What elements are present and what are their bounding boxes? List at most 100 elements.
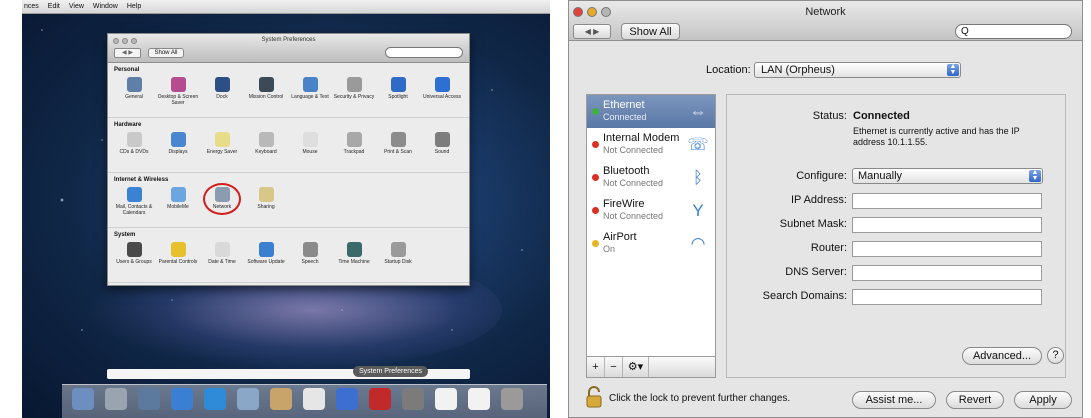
service-action-menu-button[interactable]: ⚙▾ — [623, 357, 649, 377]
show-all-button[interactable]: Show All — [621, 23, 680, 40]
photo-booth-icon[interactable] — [369, 388, 391, 410]
pref-item[interactable]: Displays — [156, 132, 200, 155]
configure-select[interactable]: Manually ▲ ▼ — [852, 168, 1043, 184]
menu-window[interactable]: Window — [93, 0, 118, 13]
dock-tooltip: System Preferences — [353, 366, 429, 377]
status-label: Status: — [812, 110, 847, 122]
pref-section: Internet & Wireless Mail, Contacts & Cale… — [108, 173, 469, 228]
pref-item-label: Mouse — [302, 149, 318, 155]
service-item-internal-modem[interactable]: Internal Modem Not Connected ☏ — [587, 128, 715, 161]
dock-icon — [214, 77, 230, 92]
pref-item[interactable]: Network — [200, 187, 244, 216]
pref-item[interactable]: Mission Control — [244, 77, 288, 106]
launchpad-icon[interactable] — [105, 388, 127, 410]
contacts-icon[interactable] — [270, 388, 292, 410]
app-store-icon[interactable] — [171, 388, 193, 410]
document-icon[interactable] — [468, 388, 490, 410]
assist-me-button[interactable]: Assist me... — [852, 391, 936, 409]
configure-label: Configure: — [796, 170, 847, 182]
pref-item[interactable]: Energy Saver — [200, 132, 244, 155]
pref-item[interactable]: CDs & DVDs — [112, 132, 156, 155]
back-forward-buttons[interactable]: ◀ ▶ — [573, 24, 611, 39]
finder-icon[interactable] — [72, 388, 94, 410]
field-label: IP Address: — [790, 194, 847, 206]
pref-item[interactable]: Print & Scan — [376, 132, 420, 155]
field-input[interactable] — [852, 289, 1042, 305]
add-service-button[interactable]: + — [587, 357, 605, 377]
sp-nav-buttons[interactable]: ◀ ▶ — [114, 48, 141, 58]
safari-icon[interactable] — [204, 388, 226, 410]
universal-access-icon — [434, 77, 450, 92]
apply-button[interactable]: Apply — [1014, 391, 1072, 409]
mail-icon[interactable] — [237, 388, 259, 410]
lock-icon[interactable] — [586, 386, 602, 408]
pref-section-row: Users & Groups Parental Controls Date & Ti… — [112, 242, 465, 265]
status-dot-icon — [592, 174, 599, 181]
location-select[interactable]: LAN (Orpheus) ▲ ▼ — [754, 62, 961, 78]
document-icon[interactable] — [435, 388, 457, 410]
calendar-icon[interactable] — [303, 388, 325, 410]
service-item-bluetooth[interactable]: Bluetooth Not Connected ᛒ — [587, 161, 715, 194]
pref-item-label: Mission Control — [248, 94, 284, 100]
pref-item-label: MobileMe — [167, 204, 189, 210]
pref-section: Personal General Desktop & Screen Saver Doc… — [108, 63, 469, 118]
pref-item[interactable]: Speech — [288, 242, 332, 265]
desktop-screenshot: nces Edit View Window Help System Prefer… — [22, 0, 550, 418]
pref-item[interactable]: Dock — [200, 77, 244, 106]
advanced-button[interactable]: Advanced... — [962, 347, 1042, 365]
field-input[interactable] — [852, 241, 1042, 257]
pref-section-title: Hardware — [114, 122, 142, 128]
pref-item[interactable]: Language & Text — [288, 77, 332, 106]
sp-search-input[interactable] — [385, 47, 463, 58]
mission-control-icon — [258, 77, 274, 92]
search-input[interactable]: Q — [955, 24, 1072, 39]
network-toolbar: Network ◀ ▶ Show All Q — [569, 1, 1082, 41]
service-item-airport[interactable]: AirPort On ◠ — [587, 227, 715, 260]
date-time-icon — [214, 242, 230, 257]
pref-section-title: System — [114, 232, 136, 238]
pref-item[interactable]: Spotlight — [376, 77, 420, 106]
system-preferences-icon[interactable] — [402, 388, 424, 410]
pref-item[interactable]: Keyboard — [244, 132, 288, 155]
menu-view[interactable]: View — [69, 0, 84, 13]
field-input[interactable] — [852, 217, 1042, 233]
service-item-firewire[interactable]: FireWire Not Connected Y — [587, 194, 715, 227]
field-label: DNS Server: — [785, 266, 847, 278]
pref-item[interactable]: Time Machine — [332, 242, 376, 265]
field-input[interactable] — [852, 193, 1042, 209]
pref-item[interactable]: Software Update — [244, 242, 288, 265]
service-status: Not Connected — [603, 211, 664, 221]
service-item-ethernet[interactable]: Ethernet Connected ⇔ — [587, 95, 715, 128]
menu-edit[interactable]: Edit — [48, 0, 60, 13]
trash-icon[interactable] — [501, 388, 523, 410]
pref-item[interactable]: MobileMe — [156, 187, 200, 216]
pref-item[interactable]: Universal Access — [420, 77, 464, 106]
field-label: Subnet Mask: — [779, 218, 847, 230]
pref-item[interactable]: Sound — [420, 132, 464, 155]
menu-app[interactable]: nces — [24, 0, 39, 13]
pref-item[interactable]: Parental Controls — [156, 242, 200, 265]
pref-item[interactable]: Sharing — [244, 187, 288, 216]
field-input[interactable] — [852, 265, 1042, 281]
menu-help[interactable]: Help — [127, 0, 141, 13]
revert-button[interactable]: Revert — [946, 391, 1004, 409]
pref-item[interactable]: Startup Disk — [376, 242, 420, 265]
pref-item[interactable]: Users & Groups — [112, 242, 156, 265]
sp-show-all-button[interactable]: Show All — [148, 48, 184, 58]
help-button[interactable]: ? — [1047, 347, 1064, 364]
service-name: Bluetooth — [603, 165, 650, 177]
photo-browser-icon[interactable] — [138, 388, 160, 410]
remove-service-button[interactable]: − — [605, 357, 623, 377]
pref-item[interactable]: Desktop & Screen Saver — [156, 77, 200, 106]
ethernet-icon: ⇔ — [689, 102, 707, 121]
modem-icon: ☏ — [687, 135, 709, 154]
pref-item[interactable]: Date & Time — [200, 242, 244, 265]
language-icon — [302, 77, 318, 92]
pref-item[interactable]: Mail, Contacts & Calendars — [112, 187, 156, 216]
pref-item[interactable]: Security & Privacy — [332, 77, 376, 106]
users-icon — [126, 242, 142, 257]
pref-item[interactable]: General — [112, 77, 156, 106]
pref-item[interactable]: Mouse — [288, 132, 332, 155]
pref-item[interactable]: Trackpad — [332, 132, 376, 155]
itunes-icon[interactable] — [336, 388, 358, 410]
